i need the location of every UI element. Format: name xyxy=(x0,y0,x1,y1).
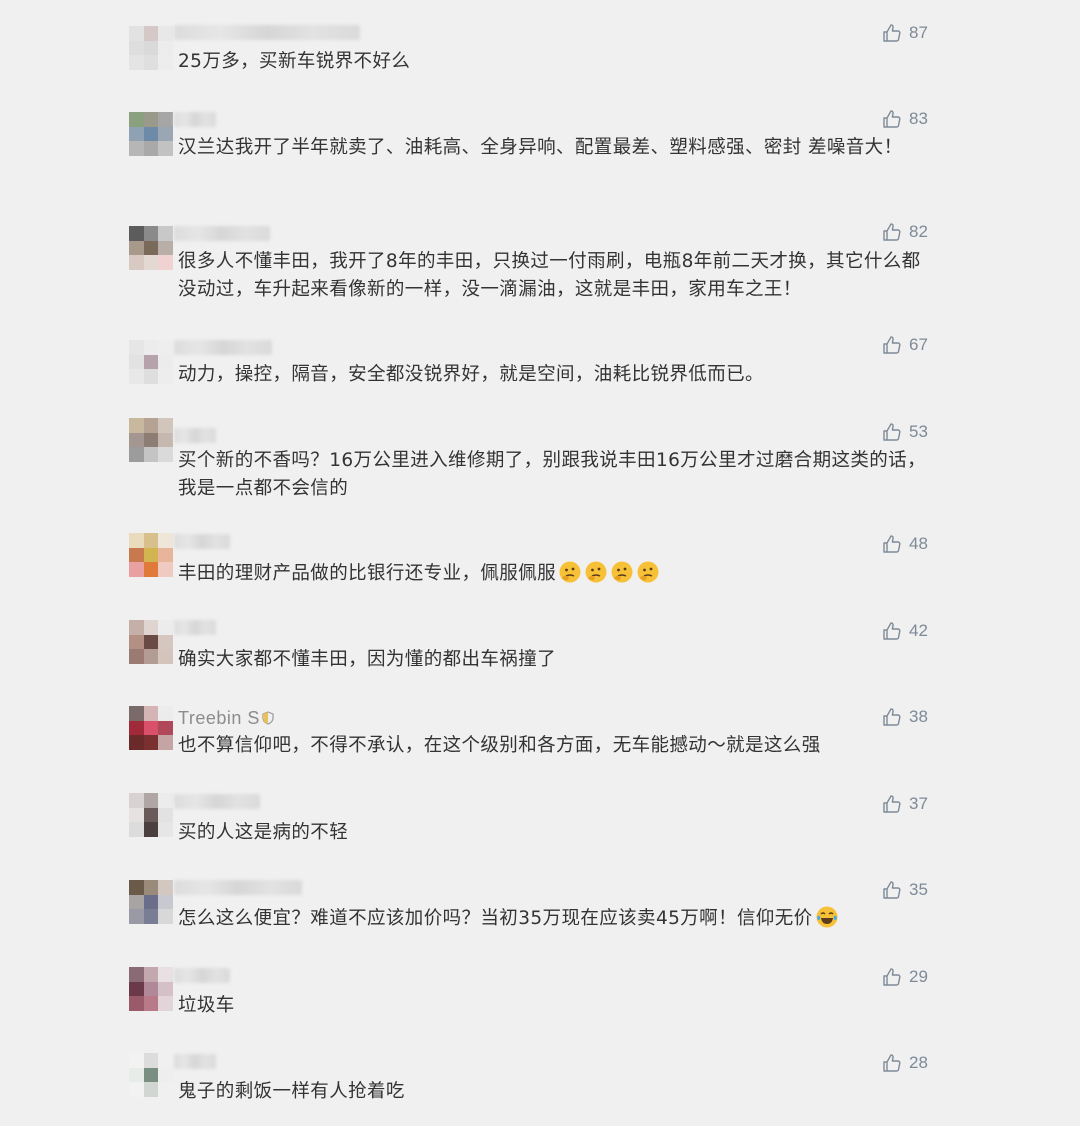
laughing-tears-icon xyxy=(816,906,838,928)
username[interactable]: Treebin S xyxy=(178,708,274,729)
thumbs-up-icon xyxy=(883,881,901,899)
thumbs-up-icon xyxy=(883,968,901,986)
username[interactable] xyxy=(174,112,216,127)
thumbs-up-icon xyxy=(883,110,901,128)
thinking-face-icon xyxy=(559,561,581,583)
thinking-face-icon xyxy=(637,561,659,583)
like-count: 83 xyxy=(909,109,928,128)
thinking-face-icon xyxy=(611,561,633,583)
username[interactable] xyxy=(174,25,360,40)
avatar[interactable] xyxy=(129,340,173,384)
avatar[interactable] xyxy=(129,793,173,837)
thumbs-up-icon xyxy=(883,708,901,726)
avatar[interactable] xyxy=(129,533,173,577)
username[interactable] xyxy=(174,794,260,809)
like-count: 48 xyxy=(909,534,928,553)
like-button[interactable]: 48 xyxy=(882,534,928,554)
avatar[interactable] xyxy=(129,706,173,750)
badge-shield-icon xyxy=(262,711,274,725)
thumbs-up-icon xyxy=(883,223,901,241)
like-button[interactable]: 29 xyxy=(882,967,928,987)
avatar[interactable] xyxy=(129,967,173,1011)
comment-text: 动力，操控，隔音，安全都没锐界好，就是空间，油耗比锐界低而已。 xyxy=(178,364,764,385)
like-count: 28 xyxy=(909,1053,928,1072)
username[interactable] xyxy=(174,968,230,983)
comment-text: 也不算信仰吧，不得不承认，在这个级别和各方面，无车能撼动～就是这么强 xyxy=(178,735,821,756)
thumbs-up-icon xyxy=(883,423,901,441)
like-count: 87 xyxy=(909,23,928,42)
avatar[interactable] xyxy=(129,1053,173,1097)
like-button[interactable]: 67 xyxy=(882,335,928,355)
like-count: 35 xyxy=(909,880,928,899)
comment-text: 怎么这么便宜？难道不应该加价吗？当初35万现在应该卖45万啊！信仰无价 xyxy=(178,905,938,933)
like-button[interactable]: 83 xyxy=(882,109,928,129)
like-button[interactable]: 87 xyxy=(882,23,928,43)
comment-text-body: 丰田的理财产品做的比银行还专业，佩服佩服 xyxy=(178,563,557,584)
username[interactable] xyxy=(174,340,272,355)
thumbs-up-icon xyxy=(883,795,901,813)
username[interactable] xyxy=(174,880,302,895)
like-button[interactable]: 37 xyxy=(882,794,928,814)
comment-text: 很多人不懂丰田，我开了8年的丰田，只换过一付雨刷，电瓶8年前二天才换，其它什么都… xyxy=(178,251,921,300)
comment-text: 丰田的理财产品做的比银行还专业，佩服佩服 xyxy=(178,560,938,588)
avatar[interactable] xyxy=(129,880,173,924)
username[interactable] xyxy=(174,620,216,635)
username[interactable] xyxy=(174,226,270,241)
like-button[interactable]: 82 xyxy=(882,222,928,242)
thumbs-up-icon xyxy=(883,1054,901,1072)
avatar[interactable] xyxy=(129,418,173,462)
username-text: Treebin S xyxy=(178,708,260,728)
avatar[interactable] xyxy=(129,112,173,156)
comment-list: 25万多，买新车锐界不好么 87 汉兰达我开了半年就卖了、油耗高、全身异响、配置… xyxy=(0,0,1080,1126)
username[interactable] xyxy=(174,428,216,443)
like-button[interactable]: 38 xyxy=(882,707,928,727)
like-button[interactable]: 35 xyxy=(882,880,928,900)
like-button[interactable]: 53 xyxy=(882,422,928,442)
avatar[interactable] xyxy=(129,620,173,664)
like-count: 42 xyxy=(909,621,928,640)
like-button[interactable]: 28 xyxy=(882,1053,928,1073)
comment-text: 买的人这是病的不轻 xyxy=(178,822,349,843)
like-button[interactable]: 42 xyxy=(882,621,928,641)
avatar[interactable] xyxy=(129,26,173,70)
thumbs-up-icon xyxy=(883,622,901,640)
comment-text: 垃圾车 xyxy=(178,995,235,1016)
comment-text: 汉兰达我开了半年就卖了、油耗高、全身异响、配置最差、塑料感强、密封 差噪音大！ xyxy=(178,137,903,158)
like-count: 67 xyxy=(909,335,928,354)
like-count: 29 xyxy=(909,967,928,986)
thinking-face-icon xyxy=(585,561,607,583)
thumbs-up-icon xyxy=(883,24,901,42)
like-count: 53 xyxy=(909,422,928,441)
like-count: 38 xyxy=(909,707,928,726)
username[interactable] xyxy=(174,534,230,549)
avatar[interactable] xyxy=(129,226,173,270)
thumbs-up-icon xyxy=(883,336,901,354)
comment-text: 鬼子的剩饭一样有人抢着吃 xyxy=(178,1081,405,1102)
like-count: 82 xyxy=(909,222,928,241)
username[interactable] xyxy=(174,1054,216,1069)
comment-text-body: 怎么这么便宜？难道不应该加价吗？当初35万现在应该卖45万啊！信仰无价 xyxy=(178,908,813,929)
thumbs-up-icon xyxy=(883,535,901,553)
like-count: 37 xyxy=(909,794,928,813)
comment-text: 25万多，买新车锐界不好么 xyxy=(178,51,411,72)
comment-text: 确实大家都不懂丰田，因为懂的都出车祸撞了 xyxy=(178,649,557,670)
comment-text: 买个新的不香吗？16万公里进入维修期了，别跟我说丰田16万公里才过磨合期这类的话… xyxy=(178,450,926,499)
